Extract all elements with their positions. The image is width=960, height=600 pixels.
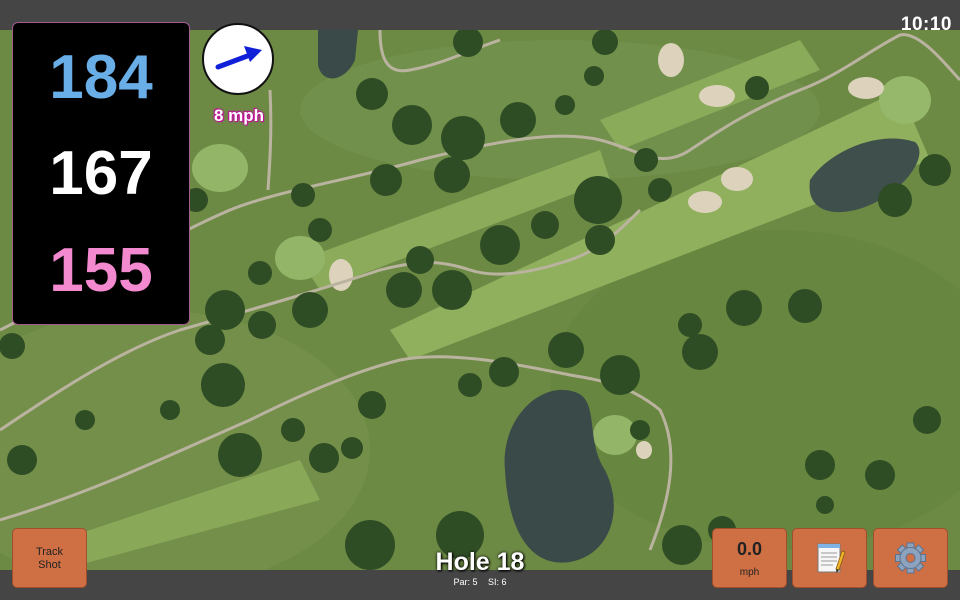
- speed-value: 0.0: [736, 539, 763, 559]
- clock: 10:10: [900, 14, 952, 35]
- hole-stroke-index: SI: 6: [488, 577, 507, 587]
- notes-button[interactable]: [792, 528, 867, 588]
- track-shot-label-line2: Shot: [38, 559, 61, 571]
- distance-middle: 167: [49, 139, 153, 208]
- distance-panel: 184 167 155: [12, 22, 190, 325]
- speed-button[interactable]: 0.0 mph: [712, 528, 787, 588]
- gear-icon: [895, 542, 926, 574]
- distance-front: 184: [49, 43, 153, 112]
- wind-direction-dial: [202, 23, 274, 95]
- track-shot-label-line1: Track: [35, 546, 64, 558]
- wind-arrow-icon: [215, 46, 262, 70]
- track-shot-button[interactable]: Track Shot: [12, 528, 87, 588]
- speed-unit: mph: [739, 567, 760, 578]
- settings-button[interactable]: [873, 528, 948, 588]
- hole-par: Par: 5: [453, 577, 478, 587]
- distance-back: 155: [49, 236, 153, 305]
- hole-info: Par: 5 SI: 6: [380, 577, 580, 587]
- hole-title: Hole 18: [435, 548, 525, 576]
- wind-speed-label: 8 mph: [213, 106, 265, 125]
- notepad-icon: [817, 543, 846, 573]
